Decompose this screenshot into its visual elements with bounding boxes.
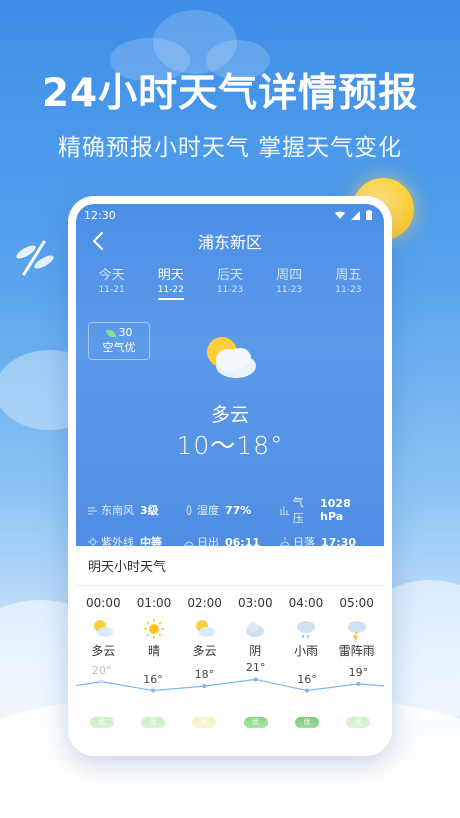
nav-bar: 浦东新区 (76, 226, 384, 256)
temp-label: 21° (245, 661, 266, 675)
sunrise-detail: 日出 06:11 (184, 534, 280, 550)
thunder-shower-icon (347, 621, 366, 640)
partly-cloudy-icon (207, 337, 256, 378)
hour-time: 00:00 (86, 596, 121, 610)
leaf-icon (105, 329, 116, 337)
hour-condition: 雷阵雨 (338, 644, 375, 658)
status-bar: 12:30 (76, 204, 384, 226)
wind-icon (88, 507, 97, 515)
temp-point (253, 677, 258, 682)
air-quality-badge[interactable]: 30 空气优 (88, 322, 150, 360)
temp-point (99, 679, 104, 684)
hour-time: 02:00 (187, 596, 222, 610)
temp-point (151, 688, 155, 693)
overcast-icon (246, 622, 265, 637)
status-time: 12:30 (84, 208, 116, 222)
tab-day[interactable]: 后天 11-23 (204, 264, 256, 300)
hourly-item[interactable]: 03:00 阴 (230, 596, 280, 659)
tab-date: 11-22 (157, 285, 184, 295)
hour-condition: 阴 (249, 644, 262, 658)
signal-icon (351, 210, 360, 220)
sunset-detail: 日落 17:30 (280, 534, 376, 550)
temp-point (305, 688, 309, 693)
sunrise-icon (184, 541, 194, 547)
tab-date: 11-23 (276, 285, 303, 295)
hour-condition: 小雨 (293, 644, 318, 658)
tab-day[interactable]: 周四 11-23 (263, 264, 315, 300)
weather-details: 东南风 3级 湿度 77% 气压 1028 hPa 紫外线 中等 日出 06:1… (88, 494, 378, 558)
partly-cloudy-icon (94, 620, 114, 637)
temp-point (356, 681, 361, 686)
tab-label: 周四 (276, 268, 303, 283)
current-condition: 多云 (210, 404, 249, 426)
city-title[interactable]: 浦东新区 (198, 229, 262, 253)
temp-label: 16° (143, 672, 163, 686)
temp-label: 16° (297, 672, 317, 686)
tab-label: 今天 (98, 268, 125, 283)
hour-time: 03:00 (238, 596, 273, 610)
tab-label: 周五 (335, 268, 362, 283)
bottom-fade (76, 708, 384, 748)
promo-headline: 24小时天气详情预报 (41, 71, 419, 116)
hourly-list: 00:00 多云 01:00 晴 02:00 多云 03:00 阴 04:00 小雨 05:00 雷阵… (76, 586, 384, 659)
app-screen: 12:30 浦东新区 今天 11-21 明天 11-22 后天 11-23 周四… (76, 204, 384, 748)
temperature-range: 10～18° (176, 431, 284, 460)
temp-label: 18° (194, 668, 215, 682)
partly-cloudy-icon (195, 620, 215, 637)
hour-time: 05:00 (339, 596, 374, 610)
humidity-icon (186, 505, 192, 515)
aqi-value: 30 (118, 326, 133, 339)
hour-time: 04:00 (288, 596, 324, 610)
battery-icon (366, 210, 372, 220)
hour-condition: 晴 (147, 644, 160, 658)
tab-label: 明天 (157, 268, 184, 283)
tab-label: 后天 (216, 268, 243, 283)
phone-mockup: 12:30 浦东新区 今天 11-21 明天 11-22 后天 11-23 周四… (68, 196, 392, 756)
dragonfly-icon (16, 240, 54, 276)
tab-day[interactable]: 今天 11-21 (86, 264, 138, 300)
wind-detail: 东南风 3级 (88, 494, 184, 526)
promo-subheadline: 精确预报小时天气 掌握天气变化 (57, 135, 403, 161)
hourly-item[interactable]: 02:00 多云 (180, 596, 230, 659)
hourly-item[interactable]: 05:00 雷阵雨 (332, 596, 382, 659)
hour-condition: 多云 (192, 644, 217, 658)
aqi-label: 空气优 (102, 341, 136, 354)
wifi-icon (335, 211, 345, 219)
tab-indicator (157, 298, 184, 300)
tab-date: 11-23 (216, 285, 244, 295)
hourly-item[interactable]: 00:00 多云 (78, 596, 128, 659)
temp-point (202, 684, 207, 689)
back-arrow-icon[interactable] (88, 230, 110, 252)
sunset-icon (280, 537, 290, 547)
pressure-detail: 气压 1028 hPa (280, 494, 376, 526)
sunny-icon (143, 619, 164, 639)
status-icons (335, 210, 372, 220)
tab-day[interactable]: 周五 11-23 (322, 264, 374, 300)
uv-detail: 紫外线 中等 (88, 534, 184, 550)
pressure-icon (280, 506, 290, 515)
uv-icon (88, 537, 98, 547)
weather-header: 12:30 浦东新区 今天 11-21 明天 11-22 后天 11-23 周四… (76, 204, 384, 549)
hour-time: 01:00 (136, 596, 172, 610)
humidity-detail: 湿度 77% (184, 494, 280, 526)
tab-date: 11-21 (98, 285, 125, 295)
hour-condition: 多云 (91, 644, 116, 658)
hourly-item[interactable]: 04:00 小雨 (281, 596, 331, 659)
temp-label: 19° (348, 665, 369, 679)
hourly-item[interactable]: 01:00 晴 (129, 596, 179, 659)
tab-date: 11-23 (335, 285, 362, 295)
temp-label: 20° (91, 663, 112, 677)
temp-line (76, 678, 384, 692)
light-rain-icon (296, 621, 315, 638)
tab-day-active[interactable]: 明天 11-22 (145, 264, 197, 300)
day-tabs: 今天 11-21 明天 11-22 后天 11-23 周四 11-23 周五 1… (76, 256, 384, 300)
